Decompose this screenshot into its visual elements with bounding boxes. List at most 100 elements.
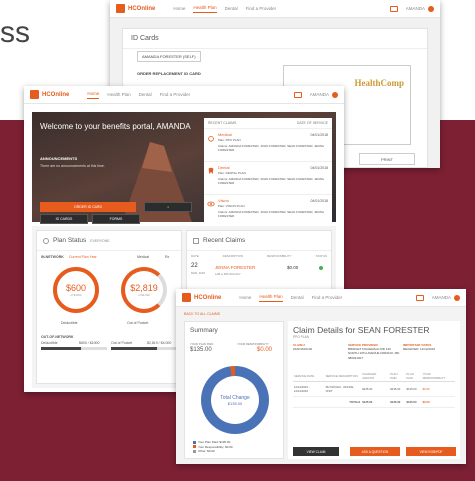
- oon-deductible-bar: [41, 347, 107, 350]
- logo-icon: [30, 90, 39, 99]
- print-label: PRINT: [381, 156, 393, 162]
- ask-question-button[interactable]: ASK A QUESTION: [350, 447, 400, 456]
- claim-row-medical[interactable]: Medical 04/01/2018 Plan: PPO PLAN Claims…: [204, 129, 332, 162]
- nav-home[interactable]: Home: [173, 6, 185, 11]
- tooth-icon: [208, 167, 214, 175]
- leaf-icon: ●: [166, 205, 170, 209]
- print-button[interactable]: PRINT: [359, 153, 415, 165]
- nav-home[interactable]: Home: [239, 295, 251, 300]
- healthcomp-logo: HealthComp: [354, 78, 405, 88]
- message-icon[interactable]: [293, 91, 302, 98]
- logo[interactable]: HCOnline: [30, 90, 69, 99]
- important-dates: RECEIVED: 12/12/2016: [403, 347, 436, 352]
- nav-health-plan[interactable]: Health Plan: [107, 92, 130, 97]
- claim-day: 22: [191, 263, 198, 269]
- user-menu[interactable]: AMANDA: [406, 5, 434, 12]
- nav-find-provider[interactable]: Find a Provider: [160, 92, 191, 97]
- claim-date: 04/01/2018: [310, 199, 328, 203]
- deductible-value: $600: [65, 283, 87, 293]
- message-icon[interactable]: [389, 5, 398, 12]
- table-cell: $135.00: [361, 381, 390, 397]
- member-select[interactable]: AMANDA FORESTER (SELF): [137, 51, 201, 62]
- col-header: PLAN PAID: [405, 371, 422, 382]
- order-id-card-button[interactable]: ORDER ID CARD: [40, 202, 136, 212]
- summary-panel: Summary YOUR PLAN PAID YOUR RESPONSIBILI…: [184, 321, 284, 459]
- nav-dental[interactable]: Dental: [225, 6, 238, 11]
- col-header: SERVICE DATE: [293, 371, 325, 382]
- responsibility-amount: $0.00: [257, 347, 273, 353]
- id-cards-button[interactable]: ID CARDS: [40, 214, 88, 224]
- claim-amount: $0.00: [287, 265, 299, 270]
- view-claim-button[interactable]: VIEW CLAIM: [293, 447, 339, 456]
- legend-item: Other: $0.00: [193, 449, 233, 454]
- plan-filter-select[interactable]: EVERYONE: [90, 239, 109, 243]
- current-year-select[interactable]: Current Plan Year: [69, 255, 97, 259]
- claim-month: MAR, 2018: [191, 271, 205, 275]
- message-icon[interactable]: [415, 294, 424, 301]
- rx-toggle[interactable]: Rx: [165, 255, 169, 259]
- deductible-label: Deductible: [61, 321, 78, 325]
- back-to-claims-link[interactable]: BACK TO ALL CLAIMS: [184, 312, 220, 316]
- nav-home[interactable]: Home: [87, 91, 100, 99]
- table-cell: PHYSICIAN - OFFICE VISIT: [324, 381, 362, 397]
- claim-number: 20AF4FF0140: [293, 347, 313, 352]
- table-row: 12/12/2016 - 12/12/2016 PHYSICIAN - OFFI…: [293, 381, 455, 397]
- oon-deductible-label: Deductible: [41, 341, 58, 345]
- claim-patient: JENNA FORESTER: [215, 265, 256, 270]
- legend-swatch: [193, 449, 196, 453]
- go-green-button[interactable]: ●: [144, 202, 192, 212]
- important-dates-block: IMPORTANT DATES RECEIVED: 12/12/2016: [403, 343, 455, 360]
- oop-of: of $4,000: [138, 293, 150, 297]
- avatar: [428, 5, 434, 12]
- user-name: AMANDA: [309, 92, 329, 97]
- background-heading-fragment: ss: [0, 16, 30, 49]
- table-row[interactable]: 22 MAR, 2018 JENNA FORESTER LAB & PATHOL…: [187, 261, 331, 283]
- nav-find-provider[interactable]: Find a Provider: [246, 6, 277, 11]
- logo-text: HCOnline: [128, 5, 156, 12]
- claim-details-panel: Claim Details for SEAN FORESTER PPO PLAN…: [288, 321, 460, 459]
- recent-claims-panel: RECENT CLAIMS DATE OF SERVICE Medical 04/…: [204, 118, 332, 228]
- table-cell: 12/12/2016 - 12/12/2016: [293, 381, 325, 397]
- responsibility-label: YOUR RESPONSIBILITY: [237, 342, 269, 346]
- summary-legend: Your Plan Paid: $135.00 Your Responsibil…: [193, 440, 233, 454]
- deductible-of: of $1000: [70, 293, 82, 297]
- nav-find-provider[interactable]: Find a Provider: [312, 295, 343, 300]
- col-description: DESCRIPTION: [222, 254, 244, 258]
- in-network-label: IN-NETWORK: [41, 255, 64, 259]
- totals-label: TOTALS: [324, 396, 362, 408]
- claim-row-vision[interactable]: Vision 04/01/2018 Plan: VISION PLAN Clai…: [204, 195, 332, 228]
- table-cell: $135.00: [405, 396, 422, 408]
- replacement-label: ORDER REPLACEMENT ID CARD: [137, 71, 201, 76]
- oon-oop-label: Out of Pocket: [111, 341, 133, 345]
- donut-center: Total Change $135.00: [211, 376, 259, 424]
- claim-date: 04/01/2018: [310, 166, 328, 170]
- oon-oop-fill: [111, 347, 158, 350]
- logo-icon: [182, 293, 191, 302]
- claim-lines-table: SERVICE DATE SERVICE DESCRIPTION CHARGED…: [293, 371, 455, 408]
- logo[interactable]: HCOnline: [116, 4, 155, 13]
- user-menu[interactable]: AMANDA: [309, 91, 338, 98]
- claim-row-dental[interactable]: Dental 04/01/2018 Plan: DENTAL PLAN Clai…: [204, 162, 332, 195]
- status-icon: [319, 266, 323, 270]
- logo-text: HCOnline: [194, 294, 222, 301]
- user-menu[interactable]: AMANDA: [432, 294, 460, 301]
- nav-dental[interactable]: Dental: [139, 92, 152, 97]
- nav-health-plan[interactable]: Health Plan: [193, 5, 217, 13]
- welcome-heading: Welcome to your benefits portal, AMANDA: [40, 122, 191, 131]
- legend-swatch: [193, 440, 196, 444]
- col-status: STATUS: [315, 254, 327, 258]
- claim-plan: Plan: DENTAL PLAN: [218, 171, 246, 175]
- logo[interactable]: HCOnline: [182, 293, 221, 302]
- nav-dental[interactable]: Dental: [291, 295, 304, 300]
- col-header: PLAN PAID: [389, 371, 406, 382]
- forms-button[interactable]: FORMS: [92, 214, 140, 224]
- claim-members: Claims: AMANDA FORESTER, JOHN FORESTER, …: [218, 176, 324, 185]
- top-nav: HCOnline Home Health Plan Dental Find a …: [24, 86, 344, 104]
- view-eob-button[interactable]: VIEW EOB/PDF: [406, 447, 456, 456]
- nav-health-plan[interactable]: Health Plan: [259, 294, 283, 302]
- deductible-ring: $600 of $1000: [53, 267, 99, 313]
- summary-title: Summary: [190, 327, 218, 334]
- medical-toggle[interactable]: Medical: [137, 255, 149, 259]
- claim-body: BACK TO ALL CLAIMS Summary YOUR PLAN PAI…: [176, 307, 466, 464]
- out-network-label: OUT-OF-NETWORK: [41, 335, 74, 339]
